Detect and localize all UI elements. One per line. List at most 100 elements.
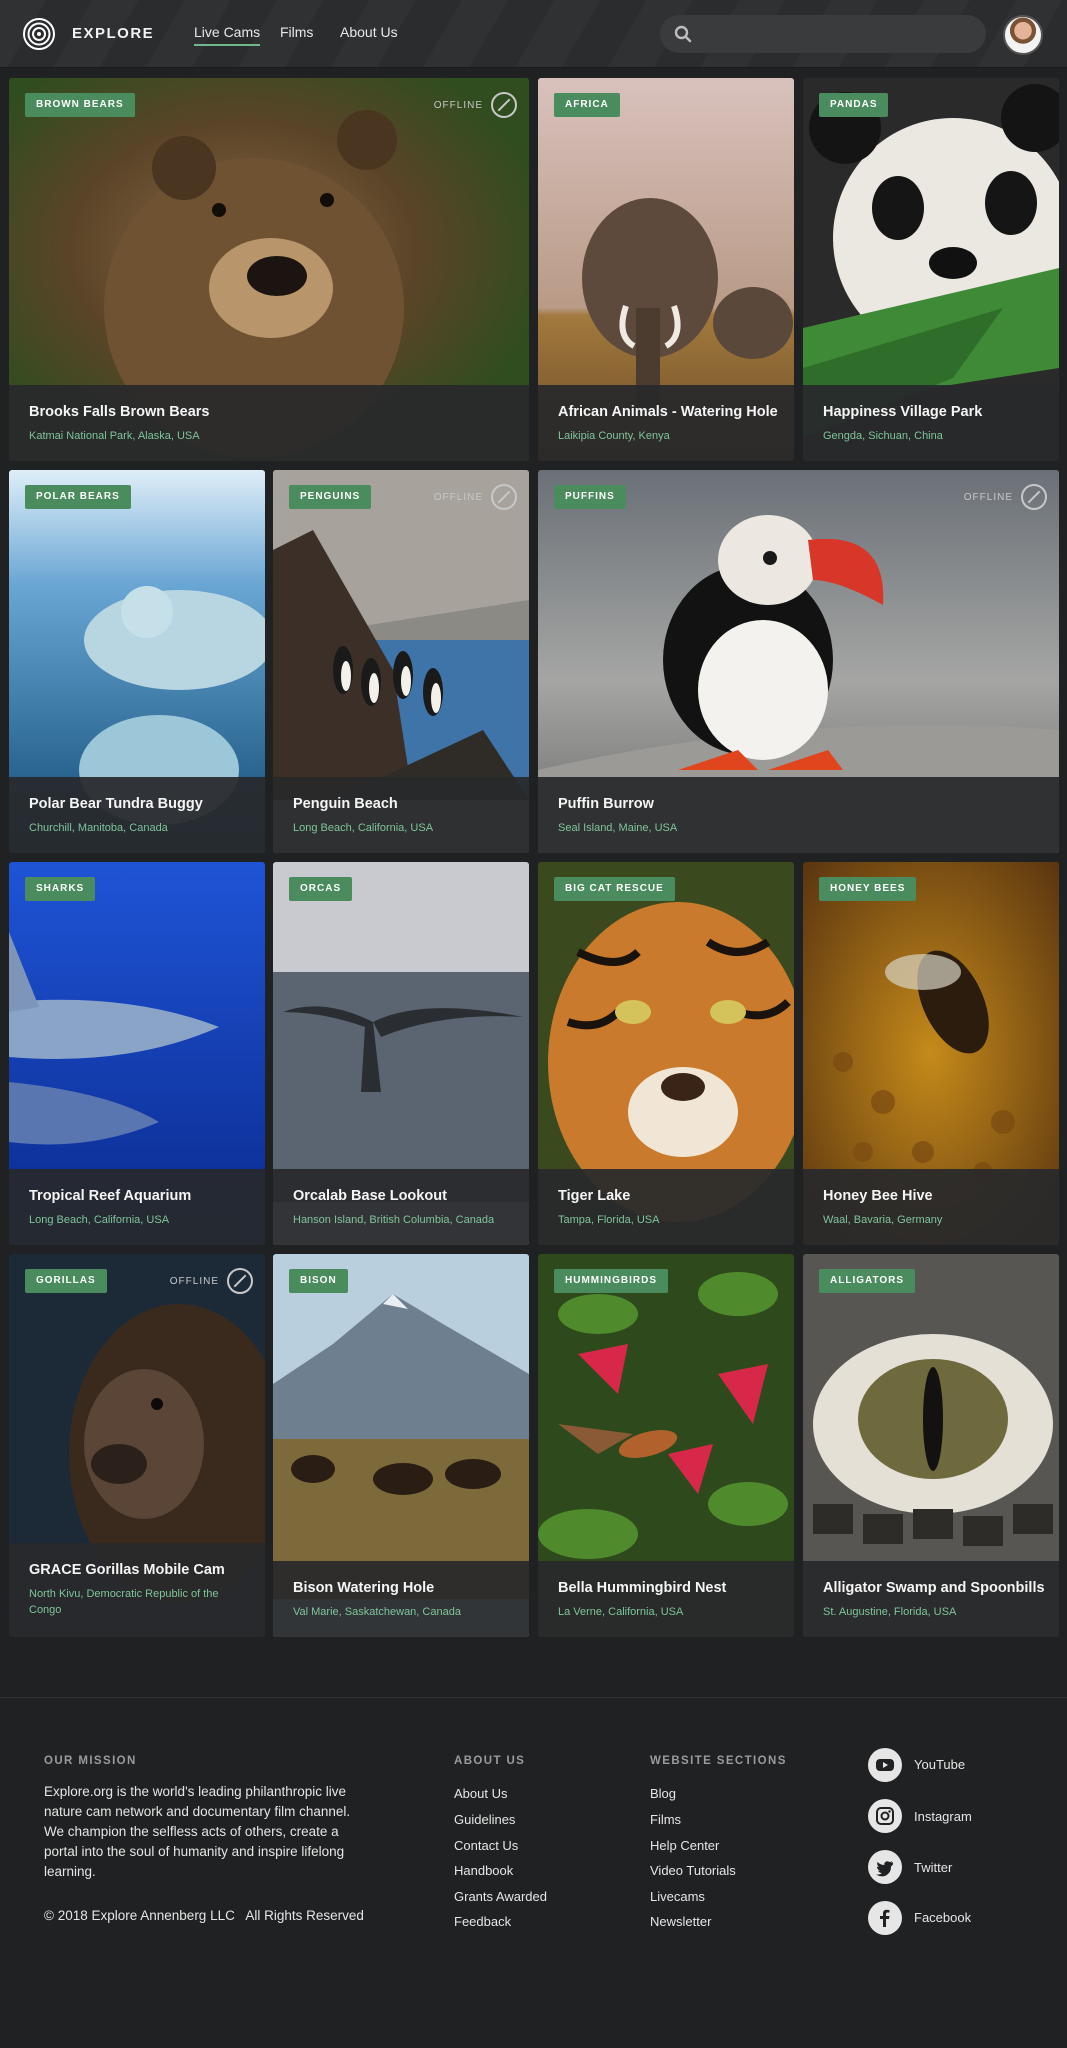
footer-link-feedback[interactable]: Feedback: [454, 1914, 511, 1929]
cam-card-africa[interactable]: AFRICA African Animals - Watering Hole L…: [538, 78, 794, 461]
mission-heading: OUR MISSION: [44, 1755, 137, 1767]
card-title[interactable]: Bella Hummingbird Nest: [558, 1580, 726, 1596]
card-caption: Puffin Burrow Seal Island, Maine, USA: [538, 777, 1059, 853]
category-tag[interactable]: BROWN BEARS: [25, 93, 135, 117]
twitter-icon[interactable]: [868, 1850, 902, 1884]
category-tag[interactable]: BISON: [289, 1269, 348, 1293]
user-avatar[interactable]: [1003, 15, 1043, 55]
explore-logo-icon[interactable]: [22, 17, 56, 51]
card-location: Gengda, Sichuan, China: [823, 430, 943, 442]
category-tag[interactable]: PUFFINS: [554, 485, 626, 509]
cam-card-gorillas[interactable]: GORILLAS OFFLINE GRACE Gorillas Mobile C…: [9, 1254, 265, 1637]
youtube-link[interactable]: YouTube: [914, 1757, 965, 1772]
category-tag[interactable]: GORILLAS: [25, 1269, 107, 1293]
footer-link-video-tutorials[interactable]: Video Tutorials: [650, 1863, 736, 1878]
footer-link-guidelines[interactable]: Guidelines: [454, 1812, 515, 1827]
footer-link-newsletter[interactable]: Newsletter: [650, 1914, 711, 1929]
cam-card-big-cat-rescue[interactable]: BIG CAT RESCUE Tiger Lake Tampa, Florida…: [538, 862, 794, 1245]
cam-card-honey-bees[interactable]: HONEY BEES Honey Bee Hive Waal, Bavaria,…: [803, 862, 1059, 1245]
category-tag[interactable]: HONEY BEES: [819, 877, 917, 901]
card-caption: Bella Hummingbird Nest La Verne, Califor…: [538, 1561, 794, 1637]
card-title[interactable]: Honey Bee Hive: [823, 1188, 933, 1204]
brand-name[interactable]: EXPLORE: [72, 25, 154, 42]
card-title[interactable]: Bison Watering Hole: [293, 1580, 434, 1596]
card-location: North Kivu, Democratic Republic of the C…: [29, 1588, 219, 1616]
card-location: Long Beach, California, USA: [29, 1214, 170, 1226]
category-tag[interactable]: ORCAS: [289, 877, 353, 901]
offline-icon: [491, 484, 517, 510]
copyright-text: © 2018 Explore Annenberg LLC All Rights …: [44, 1908, 364, 1923]
card-title[interactable]: Brooks Falls Brown Bears: [29, 404, 210, 420]
cam-card-alligators[interactable]: ALLIGATORS Alligator Swamp and Spoonbill…: [803, 1254, 1059, 1637]
facebook-link[interactable]: Facebook: [914, 1910, 971, 1925]
card-caption: Penguin Beach Long Beach, California, US…: [273, 777, 529, 853]
instagram-link[interactable]: Instagram: [914, 1809, 972, 1824]
card-caption: Bison Watering Hole Val Marie, Saskatche…: [273, 1561, 529, 1637]
cam-card-penguins[interactable]: PENGUINS OFFLINE Penguin Beach Long Beac…: [273, 470, 529, 853]
cam-card-brown-bears[interactable]: BROWN BEARS OFFLINE Brooks Falls Brown B…: [9, 78, 529, 461]
card-title[interactable]: Tropical Reef Aquarium: [29, 1188, 191, 1204]
card-caption: Orcalab Base Lookout Hanson Island, Brit…: [273, 1169, 529, 1245]
card-caption: Polar Bear Tundra Buggy Churchill, Manit…: [9, 777, 265, 853]
card-title[interactable]: GRACE Gorillas Mobile Cam: [29, 1562, 225, 1578]
category-tag[interactable]: ALLIGATORS: [819, 1269, 916, 1293]
search-input[interactable]: [660, 15, 986, 53]
card-caption: Brooks Falls Brown Bears Katmai National…: [9, 385, 529, 461]
card-location: La Verne, California, USA: [558, 1606, 684, 1618]
youtube-icon[interactable]: [868, 1748, 902, 1782]
twitter-link[interactable]: Twitter: [914, 1860, 952, 1875]
nav-live-cams[interactable]: Live Cams: [194, 24, 261, 46]
category-tag[interactable]: PANDAS: [819, 93, 889, 117]
card-caption: GRACE Gorillas Mobile Cam North Kivu, De…: [9, 1543, 265, 1637]
footer: OUR MISSION Explore.org is the world's l…: [0, 1697, 1067, 2048]
card-title[interactable]: Polar Bear Tundra Buggy: [29, 796, 203, 812]
cam-card-orcas[interactable]: ORCAS Orcalab Base Lookout Hanson Island…: [273, 862, 529, 1245]
card-title[interactable]: Orcalab Base Lookout: [293, 1188, 447, 1204]
about-heading: ABOUT US: [454, 1755, 526, 1767]
card-caption: Tropical Reef Aquarium Long Beach, Calif…: [9, 1169, 265, 1245]
search-icon: [674, 25, 692, 43]
category-tag[interactable]: AFRICA: [554, 93, 620, 117]
category-tag[interactable]: PENGUINS: [289, 485, 372, 509]
footer-link-blog[interactable]: Blog: [650, 1786, 676, 1801]
card-title[interactable]: Puffin Burrow: [558, 796, 654, 812]
category-tag[interactable]: POLAR BEARS: [25, 485, 131, 509]
mission-text: Explore.org is the world's leading phila…: [44, 1784, 351, 1879]
card-caption: Tiger Lake Tampa, Florida, USA: [538, 1169, 794, 1245]
card-title[interactable]: African Animals - Watering Hole: [558, 404, 778, 420]
footer-link-handbook[interactable]: Handbook: [454, 1863, 513, 1878]
category-tag[interactable]: HUMMINGBIRDS: [554, 1269, 668, 1293]
card-location: Tampa, Florida, USA: [558, 1214, 660, 1226]
card-title[interactable]: Alligator Swamp and Spoonbills: [823, 1580, 1045, 1596]
cam-card-bison[interactable]: BISON Bison Watering Hole Val Marie, Sas…: [273, 1254, 529, 1637]
card-title[interactable]: Penguin Beach: [293, 796, 398, 812]
instagram-icon[interactable]: [868, 1799, 902, 1833]
offline-icon: [1021, 484, 1047, 510]
card-title[interactable]: Happiness Village Park: [823, 404, 982, 420]
footer-link-livecams[interactable]: Livecams: [650, 1889, 705, 1904]
category-tag[interactable]: SHARKS: [25, 877, 96, 901]
card-location: Long Beach, California, USA: [293, 822, 434, 834]
footer-link-contact-us[interactable]: Contact Us: [454, 1838, 518, 1853]
footer-link-grants-awarded[interactable]: Grants Awarded: [454, 1889, 547, 1904]
card-location: Hanson Island, British Columbia, Canada: [293, 1214, 495, 1226]
cam-card-puffins[interactable]: PUFFINS OFFLINE Puffin Burrow Seal Islan…: [538, 470, 1059, 853]
category-tag[interactable]: BIG CAT RESCUE: [554, 877, 675, 901]
footer-link-about-us[interactable]: About Us: [454, 1786, 507, 1801]
card-title[interactable]: Tiger Lake: [558, 1188, 630, 1204]
footer-link-films[interactable]: Films: [650, 1812, 681, 1827]
nav-about-us[interactable]: About Us: [340, 24, 398, 40]
card-location: St. Augustine, Florida, USA: [823, 1606, 957, 1618]
card-caption: Honey Bee Hive Waal, Bavaria, Germany: [803, 1169, 1059, 1245]
nav-films[interactable]: Films: [280, 24, 313, 40]
cam-card-polar-bears[interactable]: POLAR BEARS Polar Bear Tundra Buggy Chur…: [9, 470, 265, 853]
cam-card-sharks[interactable]: SHARKS Tropical Reef Aquarium Long Beach…: [9, 862, 265, 1245]
cam-card-hummingbirds[interactable]: HUMMINGBIRDS Bella Hummingbird Nest La V…: [538, 1254, 794, 1637]
card-location: Val Marie, Saskatchewan, Canada: [293, 1606, 461, 1618]
top-header: EXPLORE Live Cams Films About Us: [0, 0, 1067, 68]
cam-card-pandas[interactable]: PANDAS Happiness Village Park Gengda, Si…: [803, 78, 1059, 461]
card-caption: Happiness Village Park Gengda, Sichuan, …: [803, 385, 1059, 461]
facebook-icon[interactable]: [868, 1901, 902, 1935]
footer-link-help-center[interactable]: Help Center: [650, 1838, 719, 1853]
card-location: Seal Island, Maine, USA: [558, 822, 678, 834]
